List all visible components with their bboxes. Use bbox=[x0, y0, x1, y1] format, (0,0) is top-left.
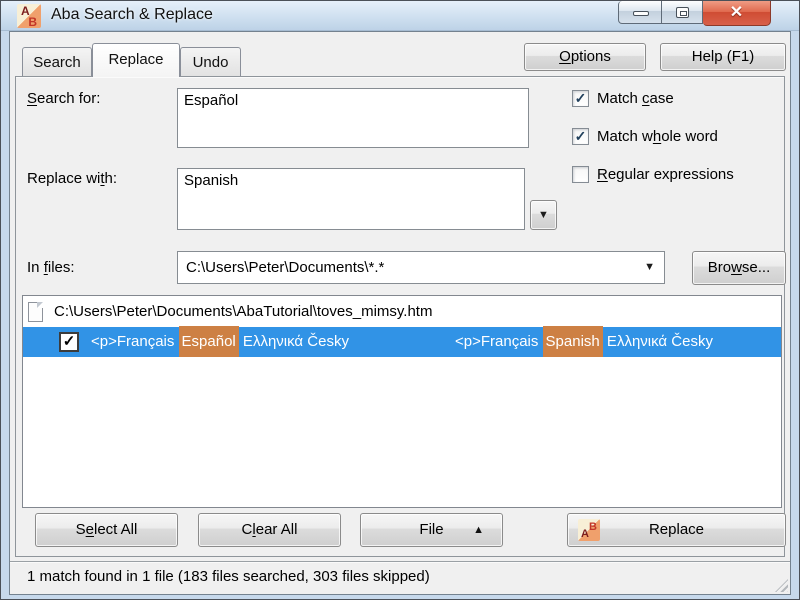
replace-with-input[interactable]: Spanish bbox=[177, 168, 525, 230]
replace-button[interactable]: A B Replace bbox=[567, 513, 786, 547]
window-controls: ✕ bbox=[618, 1, 771, 26]
maximize-icon bbox=[676, 7, 689, 18]
maximize-button[interactable] bbox=[662, 1, 703, 24]
result-file-row[interactable]: C:\Users\Peter\Documents\AbaTutorial\tov… bbox=[23, 296, 781, 327]
checkbox-icon: ✓ bbox=[572, 90, 589, 107]
app-icon: A B bbox=[17, 4, 41, 29]
file-menu-button[interactable]: File ▲ bbox=[360, 513, 503, 547]
match-highlight-after: Spanish bbox=[542, 326, 603, 357]
document-icon bbox=[28, 301, 43, 322]
match-highlight-before: Español bbox=[178, 326, 239, 357]
app-icon-letter-b: B bbox=[28, 15, 37, 29]
match-after-text: <p>Français Spanish Ελληνικά Česky bbox=[455, 326, 713, 357]
result-file-path: C:\Users\Peter\Documents\AbaTutorial\tov… bbox=[54, 303, 433, 320]
select-all-button[interactable]: Select All bbox=[35, 513, 178, 547]
match-case-checkbox[interactable]: ✓ Match case bbox=[572, 90, 674, 107]
tab-search[interactable]: Search bbox=[22, 47, 92, 76]
help-label: Help (F1) bbox=[691, 48, 755, 65]
chevron-down-icon: ▼ bbox=[644, 261, 655, 273]
replace-ab-icon: A B bbox=[578, 519, 600, 541]
checkbox-icon: ✓ bbox=[572, 128, 589, 145]
minimize-button[interactable] bbox=[618, 1, 662, 24]
match-checkbox[interactable]: ✓ bbox=[59, 332, 79, 352]
close-button[interactable]: ✕ bbox=[703, 1, 771, 26]
checkbox-icon bbox=[572, 166, 589, 183]
replace-with-label: Replace with: bbox=[27, 170, 118, 187]
app-window: A B Aba Search & Replace ✕ Search Replac… bbox=[0, 0, 800, 600]
chevron-down-icon: ▼ bbox=[538, 209, 549, 221]
chevron-up-icon: ▲ bbox=[473, 524, 484, 536]
browse-button[interactable]: Browse... bbox=[692, 251, 786, 285]
replace-button-label: Replace bbox=[648, 521, 705, 538]
match-whole-word-checkbox[interactable]: ✓ Match whole word bbox=[572, 128, 718, 145]
resize-grip-icon[interactable] bbox=[775, 579, 788, 592]
in-files-label: In files: bbox=[27, 259, 75, 276]
help-button[interactable]: Help (F1) bbox=[660, 43, 786, 71]
regular-expressions-checkbox[interactable]: Regular expressions bbox=[572, 166, 734, 183]
tab-undo[interactable]: Undo bbox=[180, 47, 241, 76]
replace-history-button[interactable]: ▼ bbox=[530, 200, 557, 230]
results-list[interactable]: C:\Users\Peter\Documents\AbaTutorial\tov… bbox=[22, 295, 782, 508]
clear-all-button[interactable]: Clear All bbox=[198, 513, 341, 547]
result-match-row[interactable]: ✓ <p>Français Español Ελληνικά Česky <p>… bbox=[23, 326, 781, 357]
dialog-body: Search Replace Undo Options Help (F1) Se… bbox=[9, 31, 791, 595]
search-for-input[interactable]: Español bbox=[177, 88, 529, 148]
close-icon: ✕ bbox=[729, 4, 744, 21]
titlebar[interactable]: A B Aba Search & Replace ✕ bbox=[1, 1, 799, 31]
status-bar: 1 match found in 1 file (183 files searc… bbox=[10, 561, 790, 594]
regular-expressions-label: Regular expressions bbox=[597, 166, 734, 183]
in-files-value: C:\Users\Peter\Documents\*.* bbox=[186, 259, 385, 276]
in-files-combobox[interactable]: C:\Users\Peter\Documents\*.* ▼ bbox=[177, 251, 665, 284]
status-text: 1 match found in 1 file (183 files searc… bbox=[27, 568, 430, 585]
search-for-label: Search for: bbox=[27, 90, 101, 107]
options-button[interactable]: Options bbox=[524, 43, 646, 71]
minimize-icon bbox=[633, 11, 649, 16]
file-menu-label: File bbox=[419, 521, 444, 538]
match-before-text: <p>Français Español Ελληνικά Česky bbox=[91, 326, 349, 357]
window-title: Aba Search & Replace bbox=[51, 6, 213, 23]
match-case-label: Match case bbox=[597, 90, 674, 107]
tab-replace[interactable]: Replace bbox=[92, 43, 180, 77]
match-whole-word-label: Match whole word bbox=[597, 128, 718, 145]
